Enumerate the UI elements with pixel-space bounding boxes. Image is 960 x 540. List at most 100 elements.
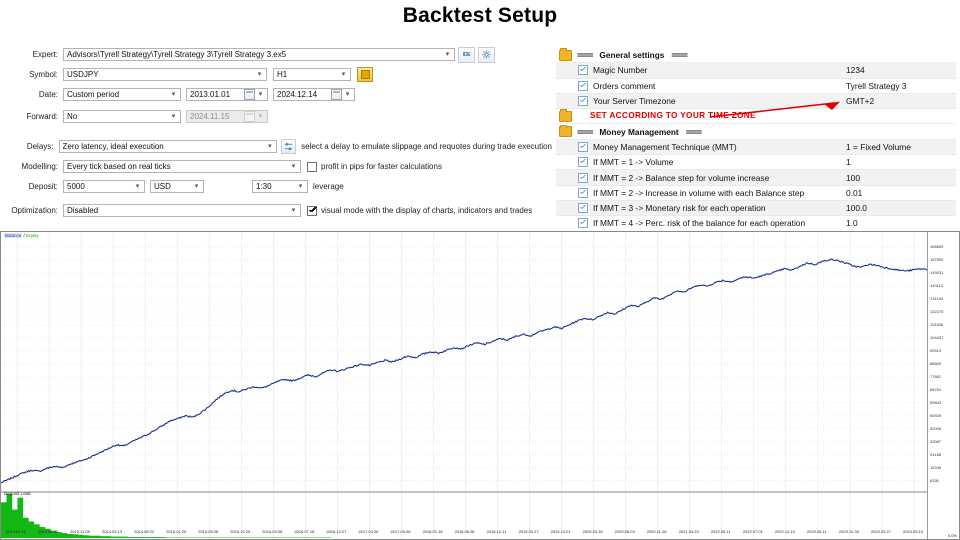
deposit-load-zero-label: 0.0% — [947, 533, 957, 538]
table-row[interactable]: Orders comment Tyrell Strategy 3 — [556, 78, 956, 94]
chevron-down-icon: ▾ — [135, 183, 140, 190]
delays-select[interactable]: Zero latency, ideal execution ▾ — [58, 140, 278, 153]
symbol-properties-button[interactable] — [357, 67, 373, 82]
input-value[interactable]: 100.0 — [840, 203, 956, 213]
visual-mode-checkbox[interactable]: visual mode with the display of charts, … — [307, 205, 533, 216]
ide-button[interactable]: IDE — [458, 46, 475, 63]
table-row[interactable]: If MMT = 4 -> Perc. risk of the balance … — [556, 216, 956, 232]
input-name: Magic Number — [593, 65, 648, 76]
row-checkbox[interactable] — [578, 141, 588, 152]
input-value[interactable]: 1 = Fixed Volume — [840, 142, 956, 152]
x-axis-tick: 2018.01.18 — [422, 529, 443, 534]
input-value[interactable]: GMT+2 — [840, 96, 956, 106]
y-axis-tick: 6330 — [930, 477, 939, 483]
y-axis-tick: 166869 — [930, 244, 944, 250]
y-axis-tick: 59843 — [930, 399, 942, 405]
x-axis-tick: 2018.06.06 — [454, 529, 475, 534]
row-checkbox[interactable] — [578, 172, 588, 183]
modelling-select[interactable]: Every tick based on real ticks ▾ — [63, 160, 301, 173]
chevron-down-icon: ▾ — [445, 51, 450, 58]
input-value[interactable]: 0.01 — [840, 188, 956, 198]
row-checkbox[interactable] — [578, 96, 588, 107]
table-row[interactable]: If MMT = 2 -> Increase in volume with ea… — [556, 185, 956, 201]
y-axis-tick: 42006 — [930, 425, 942, 431]
inputs-group-money-management[interactable]: ==== Money Management ==== — [556, 124, 956, 140]
chevron-down-icon: ▾ — [291, 163, 296, 170]
x-axis-tick: 2023.05.11 — [806, 529, 827, 534]
leverage-select[interactable]: 1:30 ▾ — [252, 180, 308, 193]
forward-label: Forward: — [26, 112, 58, 121]
deposit-currency-select[interactable]: USD ▾ — [150, 180, 204, 193]
chevron-down-icon: ▾ — [257, 71, 262, 78]
input-value[interactable]: Tyrell Strategy 3 — [840, 81, 956, 91]
date-period-select[interactable]: Custom period ▾ — [63, 88, 181, 101]
ide-label: IDE — [462, 51, 471, 58]
expert-settings-button[interactable] — [478, 46, 495, 63]
input-name: If MMT = 4 -> Perc. risk of the balance … — [593, 218, 806, 229]
page-title: Backtest Setup — [402, 4, 558, 27]
deposit-load-label: Deposit Load — [4, 491, 31, 496]
y-axis-tick: 50925 — [930, 412, 942, 418]
y-axis-tick: 157950 — [930, 257, 944, 263]
leverage-label: leverage — [313, 182, 344, 191]
visual-mode-label: visual mode with the display of charts, … — [321, 206, 533, 215]
backtest-equity-chart[interactable]: Balance / Equity Deposit Load 166869 1579… — [0, 231, 960, 540]
delays-config-button[interactable] — [281, 139, 297, 154]
forward-select[interactable]: No ▾ — [63, 110, 181, 123]
input-value[interactable]: 1.0 — [840, 218, 956, 228]
expert-select[interactable]: Advisors\Tyrell Strategy\Tyrell Strategy… — [63, 48, 455, 61]
calendar-icon[interactable] — [244, 89, 255, 100]
date-from-input[interactable]: 2013.01.01 ▾ — [186, 88, 268, 101]
table-row[interactable]: If MMT = 3 -> Monetary risk for each ope… — [556, 200, 956, 217]
deposit-currency-value: USD — [154, 182, 171, 191]
profit-in-pips-label: profit in pips for faster calculations — [321, 162, 442, 171]
date-to-input[interactable]: 2024.12.14 ▾ — [273, 88, 355, 101]
chevron-down-icon: ▾ — [258, 113, 263, 120]
deposit-amount-input[interactable]: 5000 ▾ — [63, 180, 145, 193]
chevron-down-icon: ▾ — [298, 183, 303, 190]
calendar-icon[interactable] — [331, 89, 342, 100]
leverage-value: 1:30 — [256, 182, 272, 191]
input-name: If MMT = 2 -> Increase in volume with ea… — [593, 187, 805, 198]
input-name: If MMT = 3 -> Monetary risk for each ope… — [593, 203, 766, 214]
row-checkbox[interactable] — [578, 65, 588, 76]
optimization-label: Optimization: — [11, 206, 58, 215]
x-axis-tick: 2022.12.19 — [774, 529, 795, 534]
folder-icon — [559, 109, 572, 122]
y-axis-tick: 77681 — [930, 373, 942, 379]
row-checkbox[interactable] — [578, 80, 588, 91]
input-value[interactable]: 100 — [840, 173, 956, 183]
table-row[interactable]: If MMT = 1 -> Volume 1 — [556, 155, 956, 171]
folder-icon — [559, 48, 572, 61]
delays-label: Delays: — [26, 142, 54, 151]
chevron-down-icon: ▾ — [345, 91, 350, 98]
group-separator-right: ==== — [685, 126, 702, 137]
row-checkbox[interactable] — [578, 203, 588, 214]
y-axis-tick: 86600 — [930, 360, 942, 366]
y-axis-tick: 24168 — [930, 451, 942, 457]
row-checkbox[interactable] — [578, 187, 588, 198]
table-row[interactable]: If MMT = 2 -> Balance step for volume in… — [556, 170, 956, 186]
y-axis-tick: 104437 — [930, 335, 944, 340]
y-axis-tick: 131194 — [930, 296, 944, 302]
x-axis-tick: 2017.09.06 — [390, 529, 411, 534]
row-checkbox[interactable] — [578, 218, 588, 229]
timeframe-select[interactable]: H1 ▾ — [273, 68, 351, 81]
inputs-group-general[interactable]: ==== General settings ==== — [556, 48, 956, 64]
table-row[interactable]: Magic Number 1234 — [556, 63, 956, 79]
symbol-select[interactable]: USDJPY ▾ — [63, 68, 267, 81]
table-row[interactable]: Money Management Technique (MMT) 1 = Fix… — [556, 139, 956, 156]
annotation-arrow-icon — [709, 101, 840, 118]
row-checkbox[interactable] — [578, 157, 588, 168]
input-value[interactable]: 1234 — [840, 65, 956, 75]
deposit-amount-value: 5000 — [67, 182, 85, 191]
input-name: Money Management Technique (MMT) — [593, 141, 737, 152]
x-axis-tick: 2024.03.27 — [870, 529, 891, 534]
input-value[interactable]: 1 — [840, 157, 956, 167]
symbol-value: USDJPY — [67, 70, 99, 79]
profit-in-pips-checkbox[interactable]: profit in pips for faster calculations — [307, 161, 442, 172]
x-axis-tick: 2015.10.29 — [230, 529, 251, 534]
optimization-select[interactable]: Disabled ▾ — [63, 204, 301, 217]
x-axis-tick: 2016.12.27 — [326, 529, 347, 534]
gear-icon — [482, 50, 491, 59]
